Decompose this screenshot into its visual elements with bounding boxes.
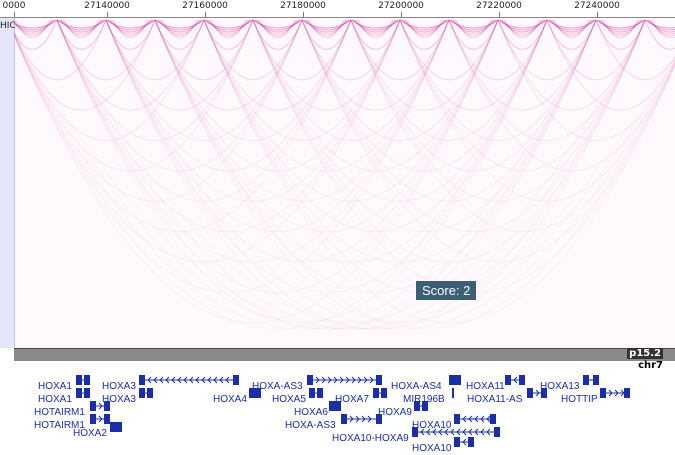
ruler-label: 27220000 (476, 1, 522, 11)
gene-feature[interactable]: MIR196B (403, 387, 454, 405)
ruler-label: 0000 (2, 1, 26, 11)
chromosome-ideogram[interactable] (14, 348, 675, 361)
gene-body-glyph (309, 388, 323, 398)
gene-body-glyph (583, 375, 599, 385)
gene-body-glyph (505, 375, 525, 385)
score-tooltip: Score: 2 (416, 281, 477, 300)
gene-body-glyph (139, 375, 239, 385)
gene-name: HOXA9 (378, 407, 412, 418)
gene-feature[interactable]: HOXA4 (213, 387, 261, 405)
gene-name: HOXA2 (73, 428, 107, 439)
gene-feature[interactable]: HOTAIRM1 (34, 400, 110, 418)
ruler-label: 27240000 (574, 1, 620, 11)
gene-feature[interactable]: HOXA3 (102, 374, 239, 392)
gene-name: HOXA10 (412, 443, 452, 454)
gene-feature[interactable]: HOXA10 (412, 436, 474, 454)
gene-name: HOXA10-HOXA9 (332, 433, 409, 444)
gene-body-glyph (454, 414, 496, 424)
gene-body-glyph (76, 388, 90, 398)
track-sidebar[interactable] (0, 18, 15, 348)
hic-arc-map[interactable] (14, 18, 675, 348)
gene-feature[interactable]: HOXA-AS3 (252, 374, 382, 392)
gene-feature[interactable]: HOXA6 (294, 400, 341, 418)
gene-body-glyph (110, 422, 122, 432)
gene-body-glyph (307, 375, 382, 385)
ruler-label: 27200000 (378, 1, 424, 11)
gene-body-glyph (76, 375, 90, 385)
gene-feature[interactable]: HOXA-AS3 (285, 413, 382, 431)
gene-feature[interactable]: HOXA7 (335, 387, 387, 405)
gene-feature[interactable]: HOXA11-AS (467, 387, 547, 405)
gene-body-glyph (454, 437, 474, 447)
gene-body-glyph (139, 388, 153, 398)
gene-track[interactable]: HOXA1 HOXA1 HOTAIRM1 HOTAIRM1 HOXA2 HOXA3 HOXA… (0, 370, 675, 454)
gene-feature[interactable]: HOXA9 (378, 400, 428, 418)
gene-body-glyph (373, 388, 387, 398)
gene-body-glyph (414, 401, 428, 411)
hic-track[interactable]: HIC (0, 18, 675, 348)
gene-body-glyph (452, 388, 454, 398)
gene-feature[interactable]: HOXA-AS4 (391, 374, 461, 392)
gene-name: HOXA11-AS (467, 394, 523, 405)
gene-body-glyph (449, 375, 461, 385)
ruler-label: 27160000 (182, 1, 228, 11)
gene-name: HOXA7 (335, 394, 369, 405)
gene-feature[interactable]: HOXA10-HOXA9 (332, 426, 500, 444)
gene-body-glyph (600, 388, 630, 398)
gene-feature[interactable]: HOXA2 (73, 421, 122, 439)
gene-feature[interactable]: HOXA1 (38, 387, 90, 405)
gene-feature[interactable]: HOXA1 (38, 374, 90, 392)
coordinate-ruler: 0000 27140000 27160000 27180000 27200000… (0, 0, 675, 18)
ruler-label: 27180000 (280, 1, 326, 11)
gene-feature[interactable]: HOXA13 (540, 374, 599, 392)
gene-name: HOXA-AS3 (285, 420, 336, 431)
band-label: p15.2 (627, 348, 663, 359)
gene-name: HOXA4 (213, 394, 247, 405)
gene-feature[interactable]: HOTTIP (561, 387, 630, 405)
gene-feature[interactable]: HOXA11 (466, 374, 525, 392)
gene-feature[interactable]: HOXA5 (272, 387, 323, 405)
gene-feature[interactable]: HOXA10 (412, 413, 496, 431)
gene-feature[interactable]: HOXA3 (102, 387, 153, 405)
ruler-label: 27140000 (84, 1, 130, 11)
gene-name: HOXA3 (102, 394, 136, 405)
gene-name: HOTTIP (561, 394, 598, 405)
